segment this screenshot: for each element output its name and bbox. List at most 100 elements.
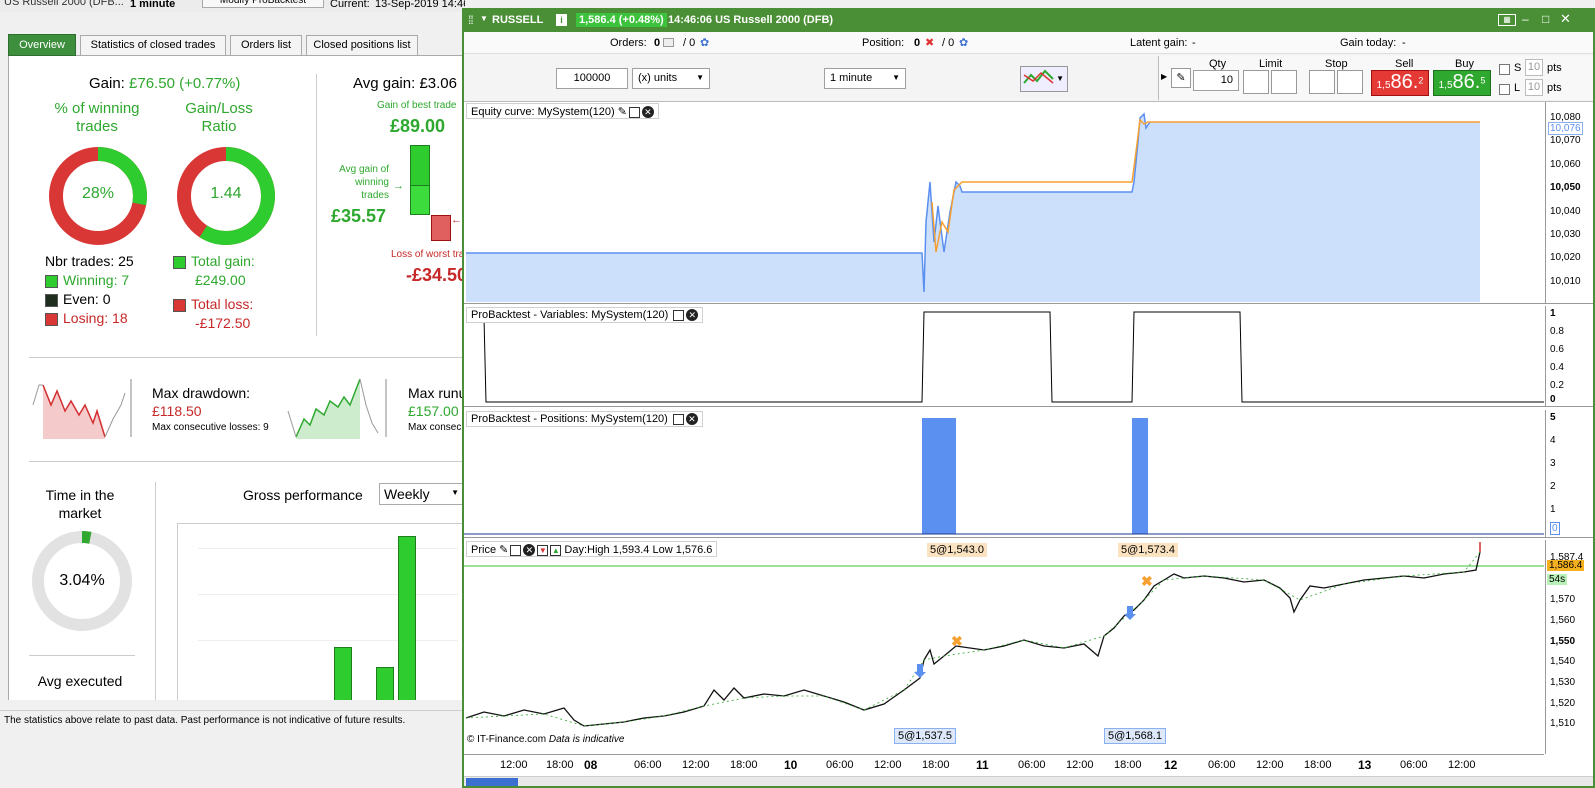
chevron-down-icon: ▼ — [1056, 74, 1064, 83]
sell-price: 86. — [1390, 71, 1419, 93]
window-icon[interactable] — [672, 413, 684, 425]
orders-gear-icon[interactable]: ✿ — [700, 36, 709, 49]
y-tick: 0.4 — [1550, 362, 1564, 373]
scroll-thumb[interactable] — [466, 778, 518, 786]
y-tick: 1 — [1550, 308, 1556, 319]
positions-chart — [464, 418, 1544, 535]
sell-price-prefix: 1,5 — [1376, 80, 1391, 91]
max-consec-wins: Max consecutive wins: — [408, 422, 462, 433]
units-select[interactable]: (x) units — [632, 68, 710, 89]
stop-buy-icon[interactable] — [1309, 70, 1335, 94]
max-runup-value: £157.00 — [408, 403, 459, 419]
nbr-trades: Nbr trades: 25 — [45, 253, 134, 269]
window-icon[interactable] — [628, 106, 640, 118]
timeframe-select[interactable]: 1 minute — [824, 68, 906, 89]
wrench-icon[interactable]: ✎ — [1171, 68, 1191, 88]
close-icon[interactable]: ✕ — [685, 413, 698, 426]
position-label: Position: — [862, 37, 905, 49]
tab-closed-positions-list[interactable]: Closed positions list — [306, 35, 418, 56]
stop-checkbox[interactable] — [1499, 64, 1510, 75]
winning-count: Winning: 7 — [45, 272, 129, 288]
tab-orders-list[interactable]: Orders list — [230, 35, 302, 56]
close-icon[interactable]: ✕ — [641, 106, 654, 119]
y-tick: 10,040 — [1550, 206, 1581, 217]
weekly-bar — [376, 667, 394, 700]
sell-price-sup: 2 — [1418, 75, 1424, 86]
latent-gain-label: Latent gain: — [1130, 37, 1188, 49]
close-position-icon[interactable]: ✖ — [925, 36, 934, 49]
stop-pts-input[interactable]: 10 — [1525, 59, 1543, 76]
y-tick: 1,550 — [1550, 636, 1576, 647]
limit-sell-icon[interactable] — [1271, 70, 1297, 94]
divider-horizontal-2 — [29, 461, 462, 462]
l-label: L — [1514, 82, 1521, 94]
collapse-arrow-icon[interactable]: ▶ — [1161, 72, 1167, 81]
pts-label: pts — [1547, 62, 1562, 74]
y-tick: 10,030 — [1550, 229, 1581, 240]
orders-list-icon[interactable] — [663, 38, 674, 47]
limit-buy-icon[interactable] — [1243, 70, 1269, 94]
modify-probacktest-button[interactable]: Modify ProBacktest — [202, 0, 324, 8]
positions-panel-title: ProBacktest - Positions: MySystem(120) ✕ — [466, 411, 703, 427]
close-icon[interactable]: ✕ — [523, 544, 536, 557]
y-tick: 3 — [1550, 458, 1556, 469]
maximize-icon[interactable]: □ — [1542, 12, 1549, 26]
minimize-icon[interactable]: – — [1522, 12, 1529, 26]
window-icon[interactable] — [510, 544, 522, 556]
disclaimer-footer: The statistics above relate to past data… — [0, 710, 462, 734]
drawdown-sparkline — [32, 377, 133, 439]
buy-indicator-icon[interactable]: ▲ — [550, 544, 562, 556]
weekly-bar — [398, 536, 416, 700]
variables-title-text: ProBacktest - Variables: MySystem(120) — [471, 309, 669, 321]
gross-performance-chart — [177, 523, 462, 700]
window-icon[interactable] — [673, 309, 685, 321]
position-gear-icon[interactable]: ✿ — [959, 36, 968, 49]
close-icon[interactable]: ✕ — [686, 309, 699, 322]
qty-input[interactable]: 10 — [1193, 70, 1239, 91]
y-tick: 2 — [1550, 481, 1556, 492]
copyright: © IT-Finance.com Data is indicative — [467, 734, 624, 745]
losing-label: Losing: 18 — [63, 310, 128, 326]
qty-label: Qty — [1209, 58, 1227, 70]
x-tick: 12:00 — [682, 759, 710, 771]
y-tick: 1,560 — [1550, 615, 1576, 626]
y-tick: 4 — [1550, 435, 1556, 446]
x-tick: 18:00 — [730, 759, 758, 771]
x-tick: 12:00 — [500, 759, 528, 771]
limit-checkbox[interactable] — [1499, 84, 1510, 95]
worst-trade-value: -£34.50 — [406, 265, 462, 285]
gross-performance-select[interactable]: Weekly — [379, 483, 462, 505]
x-tick: 06:00 — [1208, 759, 1236, 771]
exit-marker-icon: ✖ — [1141, 573, 1153, 589]
sell-button[interactable]: 1,586.2 — [1371, 70, 1429, 96]
drag-handle-icon[interactable]: ⁞⁞ — [468, 13, 474, 27]
gridline — [198, 548, 458, 549]
limit-pts-input[interactable]: 10 — [1525, 79, 1543, 96]
even-count: Even: 0 — [45, 291, 110, 307]
arrow-right-icon: → — [393, 180, 404, 192]
keyboard-icon[interactable]: ▦ — [1498, 14, 1516, 26]
sell-label: Sell — [1395, 58, 1414, 70]
wrench-icon[interactable]: ✎ — [499, 544, 508, 556]
losing-count: Losing: 18 — [45, 310, 128, 326]
indicators-button[interactable]: ▼ — [1020, 66, 1068, 92]
buy-price: 86. — [1452, 71, 1481, 93]
indicative-text: Data is indicative — [548, 734, 625, 745]
stop-sell-icon[interactable] — [1337, 70, 1363, 94]
tab-overview[interactable]: Overview — [8, 34, 76, 56]
instrument-menu-icon[interactable]: ▼ — [480, 14, 488, 23]
position-bar — [1132, 418, 1148, 534]
chart-scrollbar[interactable] — [464, 776, 1593, 786]
y-tick: 5 — [1550, 412, 1556, 423]
worst-trade-label: Loss of worst trade — [391, 249, 462, 260]
tab-statistics-closed-trades[interactable]: Statistics of closed trades — [80, 35, 226, 56]
close-icon[interactable]: ✕ — [1560, 11, 1571, 27]
current-value: 13-Sep-2019 14:46:00 — [375, 0, 465, 10]
quantity-input[interactable]: 100000 — [556, 68, 628, 89]
buy-button[interactable]: 1,586.5 — [1433, 70, 1491, 96]
instrument-name[interactable]: RUSSELL — [492, 14, 543, 26]
wrench-icon[interactable]: ✎ — [618, 106, 627, 118]
variables-panel: ProBacktest - Variables: MySystem(120) ✕… — [464, 306, 1593, 407]
sell-indicator-icon[interactable]: ▼ — [537, 544, 549, 556]
info-icon[interactable]: i — [556, 14, 567, 26]
